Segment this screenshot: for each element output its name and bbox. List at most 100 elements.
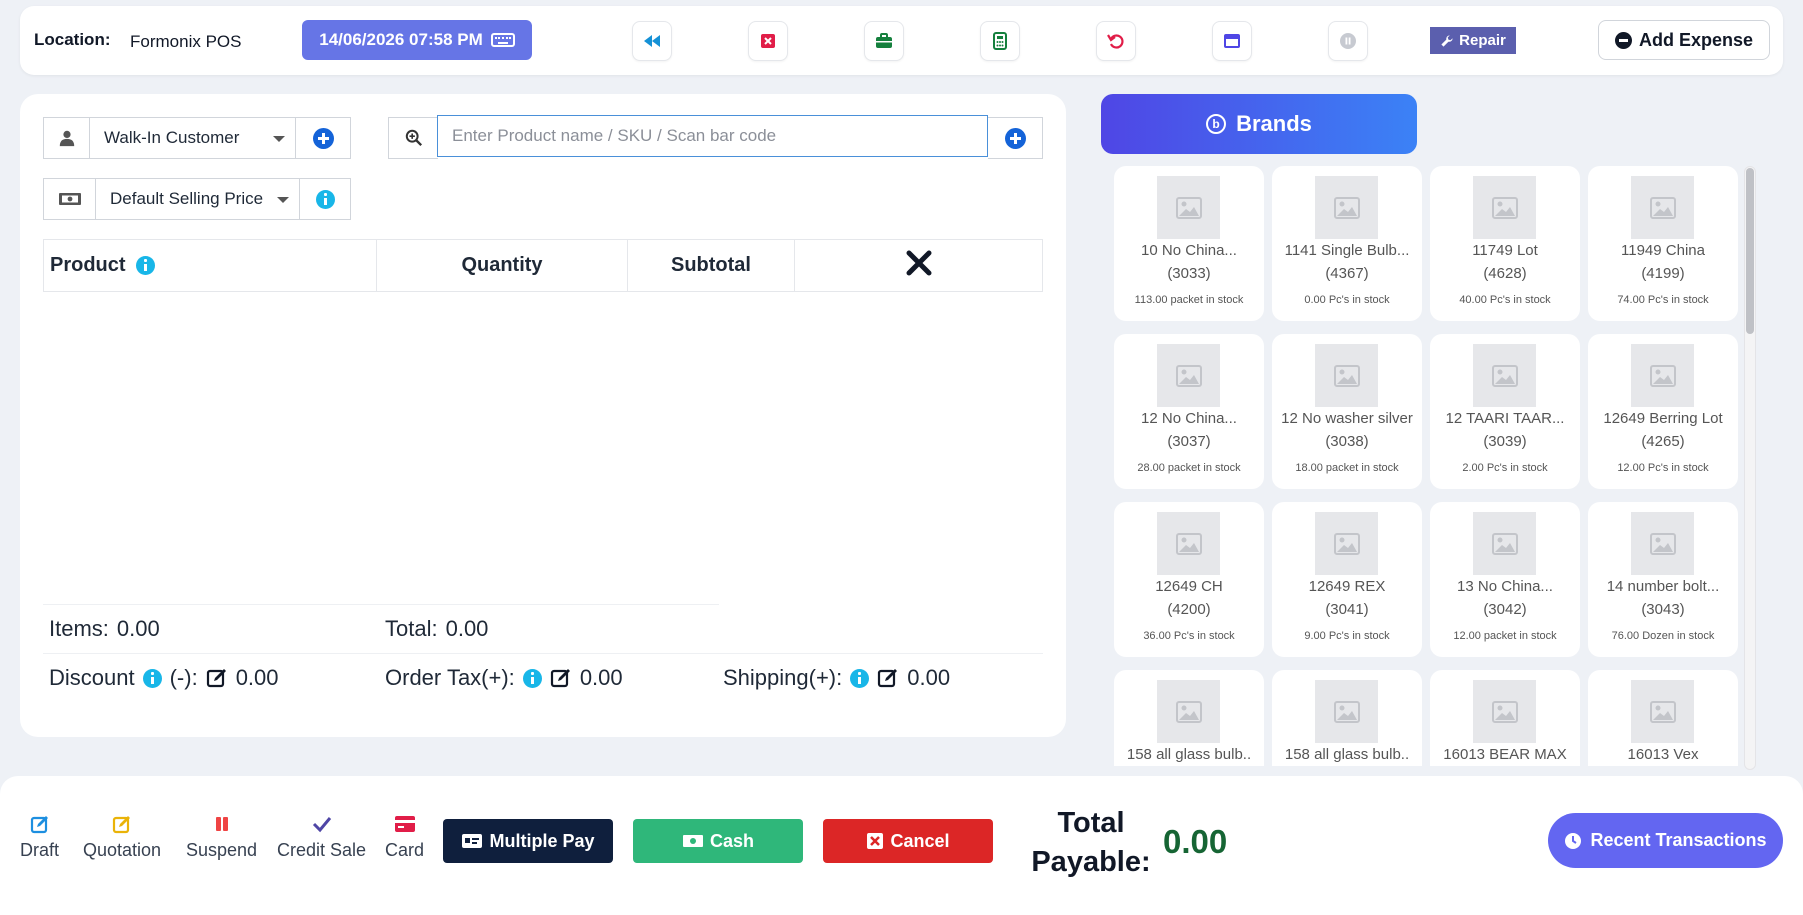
quotation-button[interactable]: Quotation — [83, 814, 161, 861]
total-summary: Total: 0.00 — [385, 616, 488, 642]
product-stock: 12.00 Pc's in stock — [1617, 462, 1709, 474]
order-tax-label: Order Tax(+): — [385, 665, 515, 690]
product-card[interactable]: 12 TAARI TAAR... (3039) 2.00 Pc's in stock — [1430, 334, 1580, 489]
product-card[interactable]: 12649 Berring Lot (4265) 12.00 Pc's in sto… — [1588, 334, 1738, 489]
credit-sale-label: Credit Sale — [277, 840, 367, 860]
product-stock: 12.00 packet in stock — [1453, 630, 1557, 642]
edit-order-tax-icon[interactable] — [550, 667, 572, 689]
image-placeholder-icon — [1631, 176, 1694, 239]
draft-button[interactable]: Draft — [20, 814, 59, 861]
product-stock: 18.00 packet in stock — [1295, 462, 1399, 474]
recent-transactions-button[interactable]: Recent Transactions — [1548, 813, 1783, 868]
product-stock: 76.00 Dozen in stock — [1611, 630, 1715, 642]
pause-icon — [215, 817, 228, 831]
close-register-button[interactable] — [748, 21, 788, 61]
edit-discount-icon[interactable] — [206, 667, 228, 689]
edit-icon — [30, 816, 48, 834]
pause-icon — [1340, 33, 1356, 49]
price-group-addon — [43, 178, 96, 220]
product-name: 12 No China... — [1141, 410, 1237, 427]
cancel-button[interactable]: Cancel — [823, 819, 993, 863]
product-card[interactable]: 11949 China (4199) 74.00 Pc's in stock — [1588, 166, 1738, 321]
product-card[interactable]: 158 all glass bulb.. — [1272, 670, 1422, 766]
order-tax-summary: Order Tax(+): 0.00 — [385, 665, 623, 691]
product-name: 16013 Vex — [1627, 746, 1699, 763]
image-placeholder-icon — [1631, 512, 1694, 575]
image-placeholder-icon — [1631, 680, 1694, 743]
header-bar: Location: Formonix POS 14/06/2026 07:58 … — [20, 6, 1783, 75]
column-product: Product — [44, 240, 377, 291]
image-placeholder-icon — [1315, 344, 1378, 407]
customer-select[interactable]: Walk-In Customer — [90, 117, 296, 159]
product-card[interactable]: 12649 REX (3041) 9.00 Pc's in stock — [1272, 502, 1422, 657]
repair-button[interactable]: Repair — [1430, 27, 1516, 54]
product-sku: (3033) — [1167, 265, 1211, 282]
edit-icon — [112, 816, 131, 834]
brands-label: Brands — [1236, 111, 1312, 136]
pause-button[interactable] — [1328, 21, 1368, 61]
product-sku: (4199) — [1641, 265, 1685, 282]
customer-display-button[interactable] — [1212, 21, 1252, 61]
add-product-button[interactable] — [988, 117, 1043, 159]
product-sku: (3038) — [1325, 433, 1369, 450]
product-card[interactable]: 12 No China... (3037) 28.00 packet in stoc… — [1114, 334, 1264, 489]
price-group-info-button[interactable] — [300, 178, 351, 220]
items-summary: Items: 0.00 — [49, 616, 160, 642]
product-card[interactable]: 1141 Single Bulb... (4367) 0.00 Pc's in st… — [1272, 166, 1422, 321]
info-icon — [850, 668, 870, 688]
product-card[interactable]: 11749 Lot (4628) 40.00 Pc's in stock — [1430, 166, 1580, 321]
product-card[interactable]: 14 number bolt... (3043) 76.00 Dozen in st… — [1588, 502, 1738, 657]
price-group-select[interactable]: Default Selling Price — [96, 178, 300, 220]
product-card[interactable]: 12 No washer silver (3038) 18.00 packet in… — [1272, 334, 1422, 489]
product-name: 158 all glass bulb.. — [1284, 746, 1410, 763]
close-icon — [906, 250, 931, 275]
chevron-down-icon — [277, 197, 289, 203]
multiple-pay-button[interactable]: Multiple Pay — [443, 819, 613, 863]
product-stock: 40.00 Pc's in stock — [1459, 294, 1551, 306]
shipping-label: Shipping(+): — [723, 665, 843, 690]
product-card[interactable]: 10 No China... (3033) 113.00 packet in sto… — [1114, 166, 1264, 321]
suspend-button[interactable]: Suspend — [186, 814, 257, 861]
scrollbar-thumb[interactable] — [1746, 168, 1754, 334]
image-placeholder-icon — [1157, 512, 1220, 575]
product-name: 12 No washer silver — [1281, 410, 1413, 427]
search-plus-icon — [405, 129, 422, 147]
product-card[interactable]: 16013 Vex — [1588, 670, 1738, 766]
info-icon — [315, 189, 335, 209]
user-icon — [59, 130, 74, 147]
calculator-button[interactable] — [980, 21, 1020, 61]
brands-button[interactable]: b Brands — [1101, 94, 1417, 154]
sell-return-button[interactable] — [1096, 21, 1136, 61]
card-button[interactable]: Card — [385, 814, 424, 861]
items-label: Items: — [49, 616, 109, 641]
product-card[interactable]: 158 all glass bulb.. — [1114, 670, 1264, 766]
edit-shipping-icon[interactable] — [877, 667, 899, 689]
product-card[interactable]: 13 No China... (3042) 12.00 packet in stoc… — [1430, 502, 1580, 657]
image-placeholder-icon — [1315, 512, 1378, 575]
location-label: Location: — [34, 30, 111, 49]
total-payable-value: 0.00 — [1163, 823, 1228, 860]
column-subtotal: Subtotal — [628, 240, 795, 291]
add-customer-button[interactable] — [296, 117, 351, 159]
datetime-button[interactable]: 14/06/2026 07:58 PM — [302, 20, 532, 60]
image-placeholder-icon — [1473, 512, 1536, 575]
go-back-button[interactable] — [632, 21, 672, 61]
product-name: 16013 BEAR MAX — [1443, 746, 1567, 763]
product-name: 12649 REX — [1308, 578, 1386, 595]
add-expense-button[interactable]: Add Expense — [1598, 20, 1770, 60]
product-card[interactable]: 16013 BEAR MAX — [1430, 670, 1580, 766]
brand-icon: b — [1206, 114, 1227, 134]
image-placeholder-icon — [1157, 176, 1220, 239]
register-details-button[interactable] — [864, 21, 904, 61]
product-search-input[interactable] — [437, 115, 988, 157]
image-placeholder-icon — [1315, 680, 1378, 743]
credit-sale-button[interactable]: Credit Sale — [277, 814, 366, 861]
info-icon — [135, 256, 155, 275]
product-name: 11949 China — [1621, 242, 1705, 259]
image-placeholder-icon — [1315, 176, 1378, 239]
cash-button[interactable]: Cash — [633, 819, 803, 863]
product-card[interactable]: 12649 CH (4200) 36.00 Pc's in stock — [1114, 502, 1264, 657]
draft-label: Draft — [20, 840, 60, 860]
product-scrollbar[interactable] — [1744, 166, 1756, 770]
window-icon — [1224, 34, 1240, 48]
